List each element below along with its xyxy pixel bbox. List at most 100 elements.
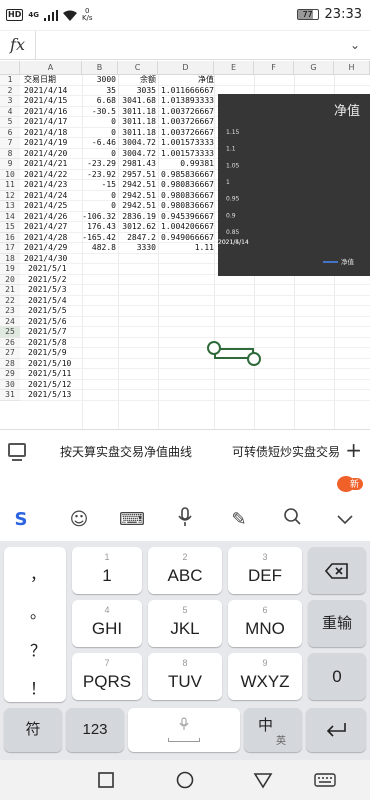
table-cell[interactable] (82, 296, 116, 307)
table-cell[interactable] (82, 317, 116, 328)
table-cell[interactable]: 0.945396667 (158, 212, 214, 223)
key-wxyz[interactable]: 9 WXYZ (228, 653, 302, 700)
exclaim-key[interactable]: ！ (4, 675, 72, 699)
selection-handle-end[interactable] (247, 352, 261, 366)
key-abc[interactable]: 2 ABC (148, 547, 222, 594)
column-header[interactable]: A (20, 61, 82, 75)
row-header[interactable]: 20 (0, 274, 20, 285)
symbols-key[interactable]: 符 (4, 708, 62, 752)
row-header[interactable]: 10 (0, 169, 20, 180)
table-cell[interactable] (158, 348, 214, 359)
table-cell[interactable]: 1.003726667 (158, 117, 214, 128)
home-icon[interactable] (175, 770, 195, 790)
table-cell[interactable]: 0.980836667 (158, 191, 214, 202)
add-sheet-icon[interactable]: + (345, 438, 362, 462)
symbol-column[interactable]: ， 。 ？ ！ (4, 547, 66, 702)
table-cell[interactable]: 2021/4/27 (24, 222, 82, 233)
row-header[interactable]: 23 (0, 306, 20, 317)
table-cell[interactable] (82, 264, 116, 275)
table-cell[interactable]: 0.980836667 (158, 201, 214, 212)
table-cell[interactable]: -6.46 (82, 138, 116, 149)
table-cell[interactable] (158, 296, 214, 307)
table-cell[interactable]: 2021/5/3 (24, 285, 82, 296)
table-cell[interactable] (82, 348, 116, 359)
table-cell[interactable] (82, 327, 116, 338)
reenter-key[interactable]: 重输 (308, 600, 366, 647)
language-toggle-key[interactable]: 中 英 (244, 708, 302, 752)
row-header[interactable]: 14 (0, 211, 20, 222)
table-cell[interactable] (118, 296, 156, 307)
table-cell[interactable]: 0.980836667 (158, 180, 214, 191)
row-header[interactable]: 1 (0, 75, 20, 86)
mic-icon[interactable] (172, 507, 198, 533)
table-cell[interactable]: 6.68 (82, 96, 116, 107)
row-header[interactable]: 17 (0, 243, 20, 254)
table-cell[interactable]: 2021/4/20 (24, 149, 82, 160)
table-cell[interactable] (82, 338, 116, 349)
table-cell[interactable]: 0 (82, 149, 116, 160)
table-cell[interactable]: 1.003726667 (158, 128, 214, 139)
table-cell[interactable]: 1.003726667 (158, 107, 214, 118)
table-cell[interactable]: 2942.51 (118, 180, 156, 191)
back-icon[interactable] (253, 770, 273, 790)
key-pqrs[interactable]: 7 PQRS (72, 653, 142, 700)
space-key[interactable] (128, 708, 240, 752)
table-cell[interactable] (158, 264, 214, 275)
column-header[interactable]: G (294, 61, 334, 75)
table-cell[interactable]: 交易日期 (24, 75, 82, 86)
formula-bar[interactable]: fx ⌄ (0, 30, 370, 60)
handwriting-icon[interactable]: ✎ (226, 507, 252, 533)
key-ghi[interactable]: 4 GHI (72, 600, 142, 647)
table-cell[interactable]: 0 (82, 117, 116, 128)
table-cell[interactable]: 2021/5/11 (24, 369, 82, 380)
table-cell[interactable]: 2021/5/9 (24, 348, 82, 359)
table-cell[interactable]: 1.011666667 (158, 86, 214, 97)
row-header[interactable]: 30 (0, 379, 20, 390)
table-cell[interactable]: 35 (82, 86, 116, 97)
table-cell[interactable] (158, 275, 214, 286)
keyboard-icon[interactable]: ⌨ (119, 507, 145, 533)
net-value-chart[interactable]: 净值 1.15 1.1 1.05 1 0.95 0.9 0.85 2021/4/14 2021/… (218, 94, 370, 276)
table-cell[interactable]: 2021/4/22 (24, 170, 82, 181)
row-header[interactable]: 12 (0, 190, 20, 201)
comma-key[interactable]: ， (4, 561, 72, 585)
table-cell[interactable]: 2021/4/18 (24, 128, 82, 139)
column-header[interactable]: F (254, 61, 294, 75)
selection-handle-start[interactable] (207, 341, 221, 355)
table-cell[interactable]: 2021/4/26 (24, 212, 82, 223)
table-cell[interactable]: 2021/4/30 (24, 254, 82, 265)
table-cell[interactable] (118, 348, 156, 359)
emoji-icon[interactable]: ☺ (66, 507, 92, 533)
row-header[interactable]: 15 (0, 222, 20, 233)
tab-sheet-1[interactable]: 按天算实盘交易净值曲线 (60, 430, 192, 474)
table-cell[interactable] (82, 390, 116, 401)
row-header[interactable]: 16 (0, 232, 20, 243)
table-cell[interactable]: 3011.18 (118, 117, 156, 128)
table-cell[interactable]: -30.5 (82, 107, 116, 118)
table-cell[interactable]: 3011.18 (118, 128, 156, 139)
row-header[interactable]: 9 (0, 159, 20, 170)
table-cell[interactable] (118, 285, 156, 296)
table-cell[interactable]: 3330 (118, 243, 156, 254)
table-cell[interactable]: 1.11 (158, 243, 214, 254)
sogou-logo-icon[interactable]: S (8, 507, 34, 533)
row-header[interactable]: 22 (0, 295, 20, 306)
table-cell[interactable] (118, 254, 156, 265)
table-cell[interactable]: 2021/5/4 (24, 296, 82, 307)
row-header[interactable]: 24 (0, 316, 20, 327)
table-cell[interactable]: 176.43 (82, 222, 116, 233)
table-cell[interactable] (118, 264, 156, 275)
table-cell[interactable]: 1.001573333 (158, 149, 214, 160)
table-cell[interactable]: 3041.68 (118, 96, 156, 107)
table-cell[interactable]: 1.013893333 (158, 96, 214, 107)
table-cell[interactable]: 2021/5/2 (24, 275, 82, 286)
table-cell[interactable]: 2957.51 (118, 170, 156, 181)
table-cell[interactable] (118, 338, 156, 349)
search-icon[interactable] (279, 507, 305, 533)
table-cell[interactable]: 2021/4/28 (24, 233, 82, 244)
table-cell[interactable]: 3004.72 (118, 138, 156, 149)
row-header[interactable]: 5 (0, 117, 20, 128)
table-cell[interactable] (118, 327, 156, 338)
column-header[interactable]: C (118, 61, 158, 75)
table-cell[interactable]: 0.99381 (158, 159, 214, 170)
